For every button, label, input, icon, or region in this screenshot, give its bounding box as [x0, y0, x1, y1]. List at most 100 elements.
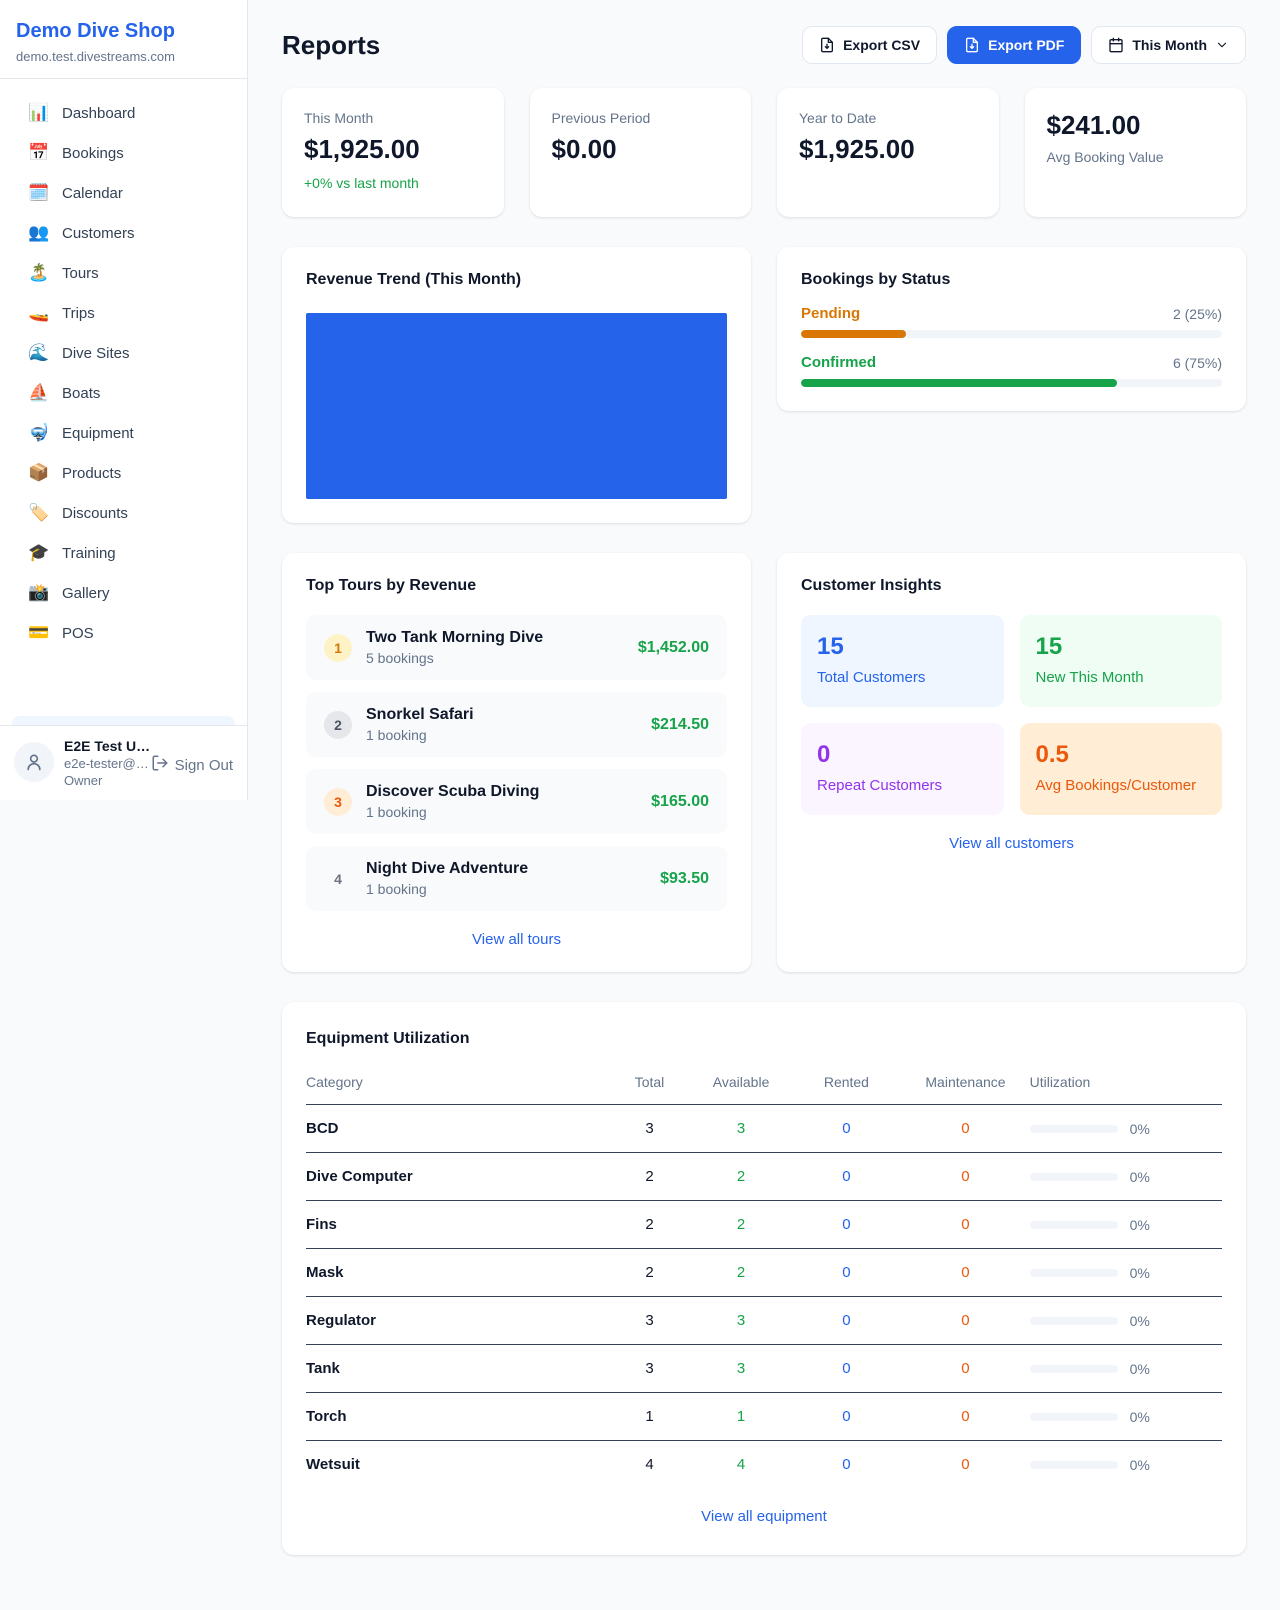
user-email: e2e-tester@… — [64, 756, 141, 771]
equipment-row-dive-computer: Dive Computer22000% — [306, 1153, 1222, 1201]
equipment-row-bcd: BCD33000% — [306, 1105, 1222, 1153]
stat-value: $1,925.00 — [799, 134, 977, 165]
insight-tiles: 15Total Customers15New This Month0Repeat… — [801, 615, 1222, 815]
utilization-wrap: 0% — [1030, 1409, 1222, 1425]
tour-rows: 1Two Tank Morning Dive5 bookings$1,452.0… — [306, 595, 727, 911]
equipment-total: 2 — [608, 1249, 690, 1297]
tour-row-4[interactable]: 4Night Dive Adventure1 booking$93.50 — [306, 846, 727, 911]
tour-row-1[interactable]: 1Two Tank Morning Dive5 bookings$1,452.0… — [306, 615, 727, 680]
view-all-equipment-link[interactable]: View all equipment — [306, 1508, 1222, 1525]
sidebar-item-discounts[interactable]: 🏷️Discounts — [0, 493, 247, 533]
view-all-customers-link[interactable]: View all customers — [801, 835, 1222, 852]
sidebar-item-training[interactable]: 🎓Training — [0, 533, 247, 573]
tour-bookings-count: 1 booking — [366, 804, 637, 820]
equipment-table: Category Total Available Rented Maintena… — [306, 1062, 1222, 1488]
sidebar-item-gallery[interactable]: 📸Gallery — [0, 573, 247, 613]
tour-info: Two Tank Morning Dive5 bookings — [366, 629, 624, 666]
utilization-bar — [1030, 1317, 1118, 1325]
utilization-bar — [1030, 1413, 1118, 1421]
tour-name: Night Dive Adventure — [366, 860, 646, 878]
column-header-utilization: Utilization — [1030, 1062, 1222, 1105]
app-root: Demo Dive Shop demo.test.divestreams.com… — [0, 0, 1280, 1595]
people-icon: 👥 — [28, 223, 48, 243]
utilization-wrap: 0% — [1030, 1457, 1222, 1473]
sign-out-button[interactable]: Sign Out — [151, 754, 233, 776]
equipment-maintenance: 0 — [901, 1297, 1029, 1345]
sidebar-item-calendar[interactable]: 🗓️Calendar — [0, 173, 247, 213]
equipment-utilization-card: Equipment Utilization Category Total Ava… — [282, 1002, 1246, 1555]
equipment-total: 3 — [608, 1105, 690, 1153]
equipment-utilization-cell: 0% — [1030, 1201, 1222, 1249]
equipment-available: 2 — [691, 1249, 792, 1297]
sidebar-item-dive-sites[interactable]: 🌊Dive Sites — [0, 333, 247, 373]
equipment-rented: 0 — [791, 1249, 901, 1297]
island-icon: 🏝️ — [28, 263, 48, 283]
utilization-percent: 0% — [1130, 1169, 1150, 1185]
equipment-maintenance: 0 — [901, 1201, 1029, 1249]
equipment-available: 3 — [691, 1345, 792, 1393]
utilization-bar — [1030, 1461, 1118, 1469]
graduation-cap-icon: 🎓 — [28, 543, 48, 563]
export-pdf-button[interactable]: Export PDF — [947, 26, 1081, 64]
tour-name: Snorkel Safari — [366, 706, 637, 724]
equipment-category: Mask — [306, 1249, 608, 1297]
tour-row-3[interactable]: 3Discover Scuba Diving1 booking$165.00 — [306, 769, 727, 834]
equipment-maintenance: 0 — [901, 1345, 1029, 1393]
insight-tile-value: 0 — [817, 741, 988, 769]
sidebar-item-bookings[interactable]: 📅Bookings — [0, 133, 247, 173]
sidebar-item-customers[interactable]: 👥Customers — [0, 213, 247, 253]
status-line: Pending2 (25%) — [801, 305, 1222, 322]
status-rows: Pending2 (25%)Confirmed6 (75%) — [801, 305, 1222, 387]
stat-label: This Month — [304, 110, 482, 126]
sidebar-item-label: Gallery — [62, 585, 110, 602]
insight-tile-repeat-customers: 0 Repeat Customers — [801, 723, 1004, 815]
shop-domain: demo.test.divestreams.com — [16, 49, 231, 64]
tour-row-2[interactable]: 2 Snorkel Safari1 booking $214.50 — [306, 692, 727, 757]
utilization-wrap: 0% — [1030, 1121, 1222, 1137]
sidebar-item-trips[interactable]: 🚤Trips — [0, 293, 247, 333]
equipment-available: 3 — [691, 1297, 792, 1345]
sidebar-item-tours[interactable]: 🏝️Tours — [0, 253, 247, 293]
equipment-total: 3 — [608, 1345, 690, 1393]
sidebar-item-boats[interactable]: ⛵Boats — [0, 373, 247, 413]
sidebar-item-label: Dashboard — [62, 105, 135, 122]
package-icon: 📦 — [28, 463, 48, 483]
tour-rank-badge: 2 — [324, 711, 352, 739]
equipment-available: 4 — [691, 1441, 792, 1489]
utilization-percent: 0% — [1130, 1265, 1150, 1281]
sidebar-item-label: Products — [62, 465, 121, 482]
column-header-rented: Rented — [791, 1062, 901, 1105]
tour-revenue-amount: $214.50 — [651, 716, 709, 734]
sidebar-item-equipment[interactable]: 🤿Equipment — [0, 413, 247, 453]
tour-rank-badge: 3 — [324, 788, 352, 816]
equipment-row-wetsuit: Wetsuit44000% — [306, 1441, 1222, 1489]
sidebar-item-label: Bookings — [62, 145, 124, 162]
sidebar-item-dashboard[interactable]: 📊Dashboard — [0, 93, 247, 133]
view-all-tours-link[interactable]: View all tours — [306, 931, 727, 948]
stat-card-0: This Month$1,925.00+0% vs last month — [282, 88, 504, 217]
stat-label: Previous Period — [552, 110, 730, 126]
status-progress-track — [801, 330, 1222, 338]
revenue-trend-bar — [306, 313, 727, 499]
export-csv-button[interactable]: Export CSV — [802, 26, 937, 64]
sidebar-item-reports-active-peek[interactable] — [12, 716, 235, 725]
tour-info: Snorkel Safari1 booking — [366, 706, 637, 743]
user-name: E2E Test U… — [64, 738, 141, 754]
status-count: 6 (75%) — [1173, 355, 1222, 371]
insight-tile-value: 0.5 — [1036, 741, 1207, 769]
sidebar-nav: 📊Dashboard📅Bookings🗓️Calendar👥Customers🏝… — [0, 79, 247, 725]
sailboat-icon: ⛵ — [28, 383, 48, 403]
sidebar-item-pos[interactable]: 💳POS — [0, 613, 247, 653]
equipment-total: 4 — [608, 1441, 690, 1489]
sidebar-item-products[interactable]: 📦 Products — [0, 453, 247, 493]
column-header-maintenance: Maintenance — [901, 1062, 1029, 1105]
tour-info: Night Dive Adventure1 booking — [366, 860, 646, 897]
equipment-category: Regulator — [306, 1297, 608, 1345]
spiral-calendar-icon: 🗓️ — [28, 183, 48, 203]
tour-revenue-amount: $1,452.00 — [638, 639, 709, 657]
user-avatar-icon — [14, 742, 54, 782]
utilization-percent: 0% — [1130, 1409, 1150, 1425]
period-dropdown[interactable]: This Month — [1091, 26, 1246, 64]
utilization-percent: 0% — [1130, 1457, 1150, 1473]
insight-tile-label: Repeat Customers — [817, 777, 988, 794]
